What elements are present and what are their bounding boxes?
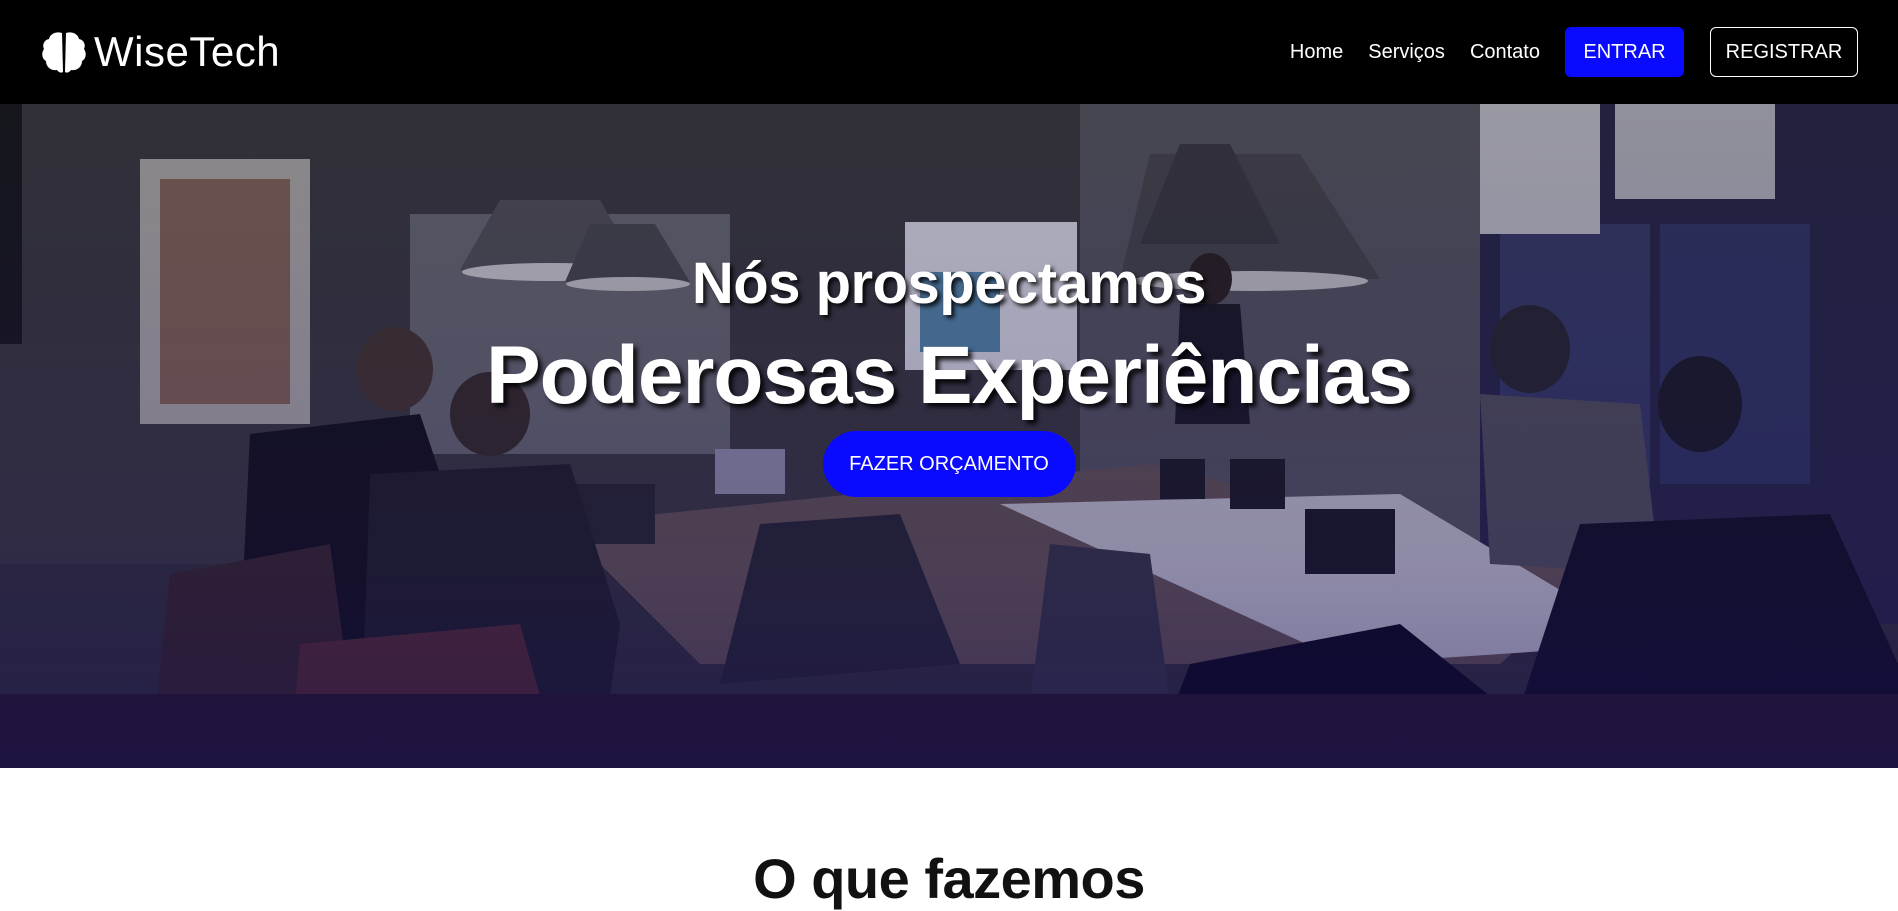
hero-section: Nós prospectamos Poderosas Experiências … — [0, 104, 1898, 768]
nav-link-contato[interactable]: Contato — [1470, 41, 1540, 64]
hero-subtitle: Nós prospectamos — [691, 251, 1207, 316]
hero-content: Nós prospectamos Poderosas Experiências … — [0, 104, 1898, 768]
brand-link[interactable]: WiseTech — [40, 28, 280, 76]
nav-link-servicos[interactable]: Serviços — [1368, 41, 1445, 64]
brand-name: WiseTech — [94, 28, 281, 75]
nav-link-home[interactable]: Home — [1290, 41, 1343, 64]
quote-button[interactable]: FAZER ORÇAMENTO — [822, 431, 1076, 497]
login-button[interactable]: ENTRAR — [1565, 27, 1684, 77]
hero-title: Poderosas Experiências — [485, 330, 1413, 421]
section-title: O que fazemos — [753, 847, 1145, 910]
register-button[interactable]: REGISTRAR — [1710, 27, 1858, 77]
brain-icon — [40, 29, 88, 75]
nav-menu: Home Serviços Contato ENTRAR REGISTRAR — [1290, 27, 1858, 77]
top-navbar: WiseTech Home Serviços Contato ENTRAR RE… — [0, 0, 1898, 104]
